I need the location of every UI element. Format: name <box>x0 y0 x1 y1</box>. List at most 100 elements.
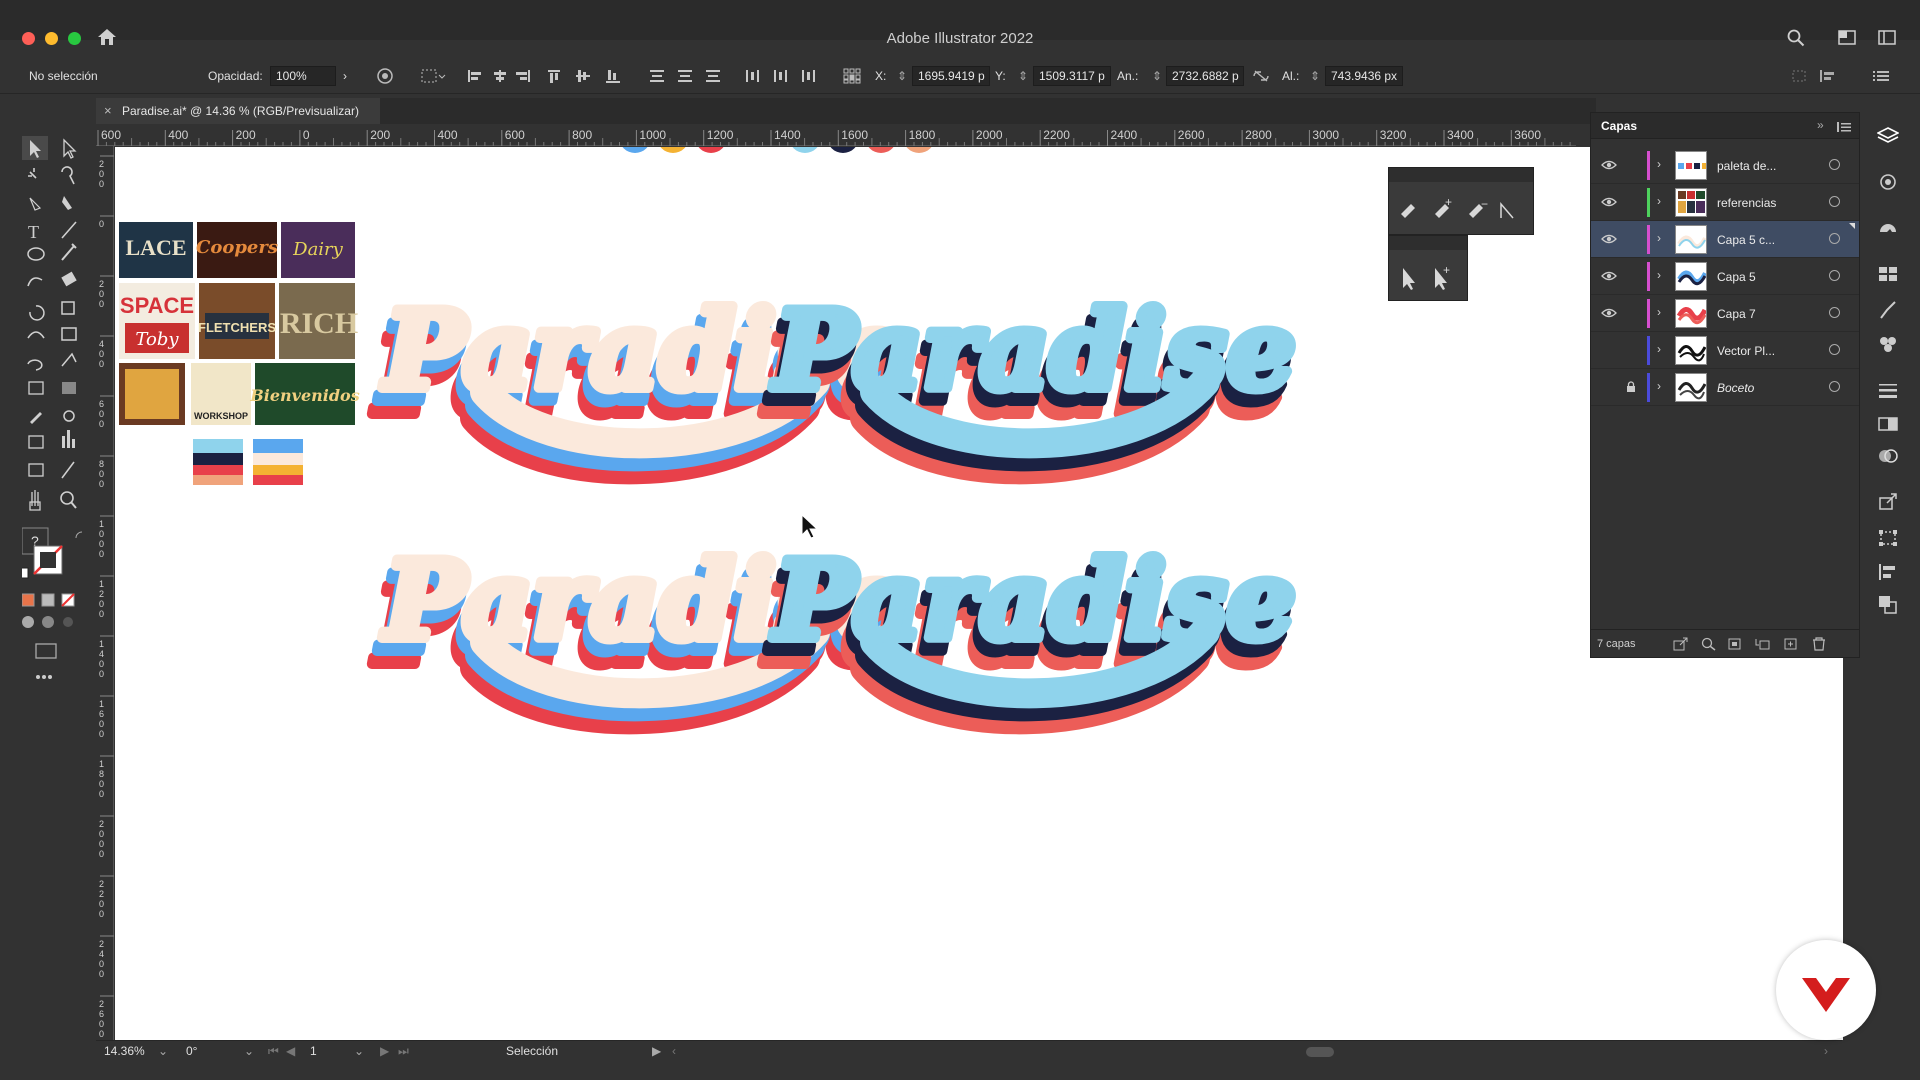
visibility-eye-icon[interactable] <box>1601 196 1617 208</box>
layer-row[interactable]: › Capa 5 <box>1591 258 1859 295</box>
layers-icon[interactable] <box>1877 126 1899 146</box>
screen-mode-button[interactable] <box>36 642 58 660</box>
anchor-panel-header[interactable] <box>1389 236 1467 250</box>
target-circle-icon[interactable] <box>1829 307 1840 318</box>
last-artboard-icon[interactable]: ⏭ <box>398 1044 409 1060</box>
panel-menu-icon[interactable] <box>1837 121 1851 133</box>
appearance-icon[interactable] <box>1877 172 1899 192</box>
reference-point-icon[interactable] <box>843 68 861 84</box>
target-circle-icon[interactable] <box>1829 344 1840 355</box>
symbol-sprayer-tool[interactable] <box>22 436 48 460</box>
eyedropper-tool[interactable] <box>22 410 48 434</box>
pathfinder-icon[interactable] <box>1877 594 1899 614</box>
x-input[interactable]: 1695.9419 p <box>912 66 990 86</box>
expand-chevron-icon[interactable]: › <box>1657 231 1661 245</box>
width-input[interactable]: 2732.6882 p <box>1166 66 1244 86</box>
document-tab[interactable]: × Paradise.ai* @ 14.36 % (RGB/Previsuali… <box>96 98 380 124</box>
visibility-toggle-empty[interactable] <box>1601 344 1617 356</box>
free-transform-tool[interactable] <box>56 328 82 352</box>
layer-row[interactable]: › referencias <box>1591 184 1859 221</box>
x-stepper-icon[interactable]: ⇕ <box>897 69 907 83</box>
layer-row[interactable]: › Boceto <box>1591 369 1859 406</box>
color-mode-button[interactable] <box>22 592 36 608</box>
constrain-proportions-icon[interactable] <box>1252 68 1270 84</box>
hand-tool[interactable] <box>22 490 48 514</box>
target-circle-icon[interactable] <box>1829 159 1840 170</box>
visibility-toggle-empty[interactable] <box>1601 381 1617 393</box>
workspace-icon[interactable] <box>1838 30 1856 45</box>
zoom-level[interactable]: 14.36% <box>104 1044 145 1060</box>
collapse-panel-icon[interactable]: » <box>1817 118 1824 132</box>
lasso-tool[interactable] <box>56 164 82 188</box>
new-sublayer-icon[interactable] <box>1755 637 1771 651</box>
gradient-tool[interactable] <box>56 382 82 406</box>
expand-chevron-icon[interactable]: › <box>1657 268 1661 282</box>
asset-export-icon[interactable] <box>1877 492 1899 512</box>
first-artboard-icon[interactable]: ⏮ <box>268 1044 279 1060</box>
locate-object-icon[interactable] <box>1701 637 1717 651</box>
layer-name[interactable]: Capa 7 <box>1717 307 1756 321</box>
delete-layer-icon[interactable] <box>1811 637 1827 651</box>
perspective-grid-tool[interactable] <box>56 356 82 380</box>
target-circle-icon[interactable] <box>1829 270 1840 281</box>
stroke-icon[interactable] <box>1877 380 1899 400</box>
color-icon[interactable] <box>1877 218 1899 238</box>
y-input[interactable]: 1509.3117 p <box>1033 66 1111 86</box>
transform-panel-icon[interactable] <box>1877 528 1899 548</box>
layer-name[interactable]: Boceto <box>1717 381 1754 395</box>
opacity-input[interactable]: 100% <box>270 66 336 86</box>
vertical-ruler[interactable]: 2000200400600800100012001400160018002000… <box>96 146 114 1040</box>
paintbrush-tool[interactable] <box>56 246 82 270</box>
fill-stroke-swatch[interactable] <box>34 546 62 574</box>
expand-chevron-icon[interactable]: › <box>1657 157 1661 171</box>
target-circle-icon[interactable] <box>1829 233 1840 244</box>
layers-tab[interactable]: Capas <box>1601 119 1637 133</box>
swatches-icon[interactable] <box>1877 264 1899 284</box>
layer-name[interactable]: Capa 5 c... <box>1717 233 1775 247</box>
layer-name[interactable]: paleta de... <box>1717 159 1776 173</box>
status-menu-icon[interactable]: ▶ <box>652 1044 661 1060</box>
next-artboard-icon[interactable]: ▶ <box>380 1044 389 1060</box>
line-tool[interactable] <box>56 220 82 244</box>
none-mode-button[interactable] <box>62 592 76 608</box>
height-input[interactable]: 743.9436 px <box>1325 66 1403 86</box>
type-tool[interactable] <box>22 220 48 244</box>
gradient-mode-button[interactable] <box>42 592 56 608</box>
eraser-tool[interactable] <box>56 274 82 298</box>
rotate-tool[interactable] <box>22 302 48 326</box>
blend-tool[interactable] <box>56 410 82 434</box>
export-layer-icon[interactable] <box>1673 637 1689 651</box>
search-icon[interactable] <box>1787 29 1805 47</box>
mesh-tool[interactable] <box>22 382 48 406</box>
recolor-icon[interactable] <box>376 68 394 84</box>
warp-tool[interactable] <box>22 328 48 352</box>
artboard-dropdown-icon[interactable]: ⌄ <box>354 1044 364 1060</box>
visibility-eye-icon[interactable] <box>1601 270 1617 282</box>
lock-icon[interactable] <box>1625 381 1637 393</box>
layer-row[interactable]: › Capa 7 <box>1591 295 1859 332</box>
curvature-tool[interactable] <box>56 192 82 216</box>
expand-chevron-icon[interactable]: › <box>1657 342 1661 356</box>
zoom-tool[interactable] <box>56 490 82 514</box>
make-clipping-mask-icon[interactable] <box>1727 637 1743 651</box>
align-to-icon[interactable] <box>420 68 446 84</box>
y-stepper-icon[interactable]: ⇕ <box>1018 69 1028 83</box>
horizontal-ruler[interactable]: 600 400 200 0 200 400 600 800 1000 1200 1400 1600 18… <box>96 126 1576 146</box>
close-tab-icon[interactable]: × <box>104 103 112 118</box>
transform-icon[interactable] <box>1790 68 1808 84</box>
layer-name[interactable]: referencias <box>1717 196 1776 210</box>
expand-chevron-icon[interactable]: › <box>1657 194 1661 208</box>
layer-row[interactable]: › Vector Pl... <box>1591 332 1859 369</box>
target-circle-icon[interactable] <box>1829 196 1840 207</box>
opacity-arrow-icon[interactable]: › <box>343 69 347 83</box>
layer-row[interactable]: › paleta de... <box>1591 147 1859 184</box>
rotation-view[interactable]: 0° <box>186 1044 197 1060</box>
panel-layout-icon[interactable] <box>1878 30 1896 45</box>
align-panel-icon[interactable] <box>1877 562 1899 582</box>
artboard-number[interactable]: 1 <box>310 1044 317 1060</box>
artboard-tool[interactable] <box>22 462 48 486</box>
symbols-icon[interactable] <box>1877 334 1899 354</box>
pen-tool[interactable] <box>22 192 48 216</box>
edit-toolbar-button[interactable] <box>34 670 58 684</box>
artboard-canvas[interactable]: LACE Coopers Dairy SPACE Toby FLETCHERS … <box>115 147 1843 1040</box>
